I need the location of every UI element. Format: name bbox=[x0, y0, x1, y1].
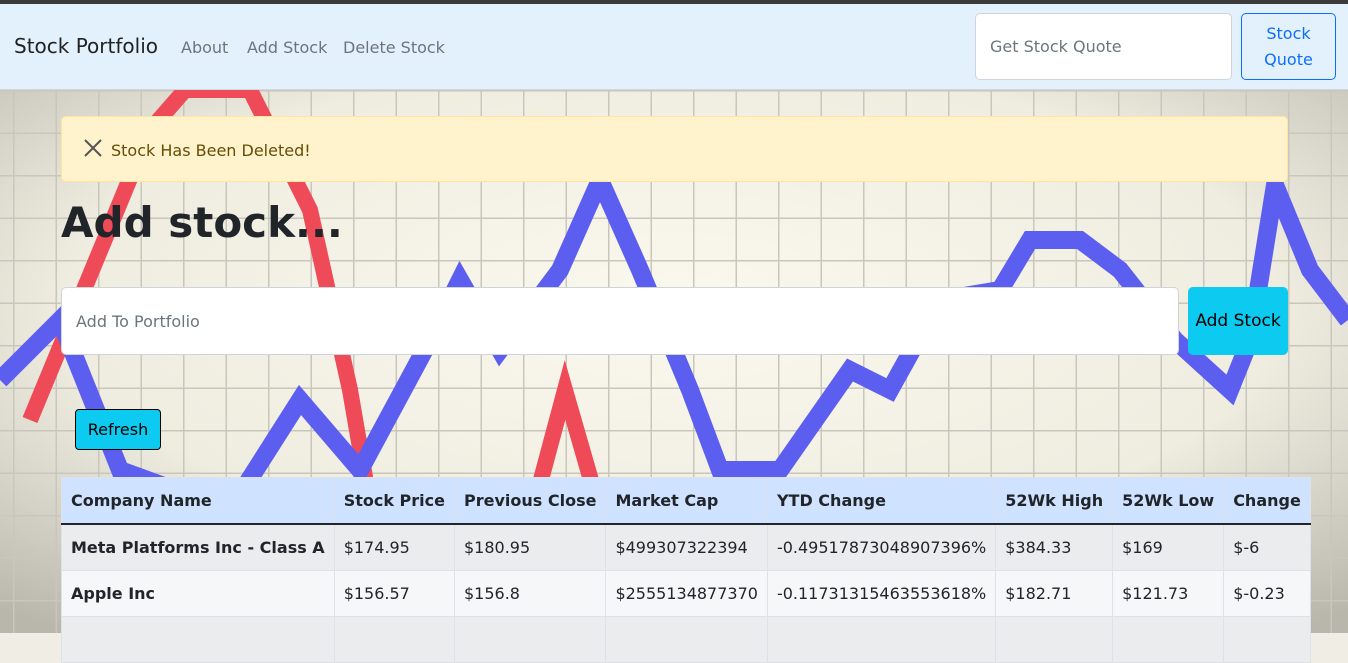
cell-empty bbox=[1112, 616, 1225, 663]
cell-empty bbox=[605, 616, 768, 663]
cell-previous-close: $180.95 bbox=[453, 523, 607, 571]
table-row bbox=[61, 616, 1311, 663]
column-header-change: Change bbox=[1223, 477, 1311, 525]
cell-52wk-low: $169 bbox=[1112, 523, 1225, 571]
cell-ytd-change: -0.11731315463553618% bbox=[766, 570, 997, 617]
cell-empty bbox=[333, 616, 455, 663]
cell-52wk-low: $121.73 bbox=[1112, 570, 1225, 617]
navbar-brand[interactable]: Stock Portfolio bbox=[14, 34, 158, 58]
nav-link-delete-stock[interactable]: Delete Stock bbox=[343, 38, 445, 57]
cell-empty bbox=[61, 616, 335, 663]
column-header-market-cap: Market Cap bbox=[605, 477, 768, 525]
cell-market-cap: $499307322394 bbox=[605, 523, 768, 571]
portfolio-table: Company Name Stock Price Previous Close … bbox=[61, 477, 1311, 663]
cell-52wk-high: $182.71 bbox=[995, 570, 1114, 617]
cell-stock-price: $174.95 bbox=[333, 523, 455, 571]
column-header-stock-price: Stock Price bbox=[333, 477, 455, 525]
column-header-ytd-change: YTD Change bbox=[766, 477, 997, 525]
cell-empty bbox=[766, 616, 997, 663]
table-row: Apple Inc $156.57 $156.8 $2555134877370 … bbox=[61, 570, 1311, 617]
cell-ytd-change: -0.49517873048907396% bbox=[766, 523, 997, 571]
deleted-alert: Stock Has Been Deleted! bbox=[61, 116, 1288, 182]
cell-empty bbox=[995, 616, 1114, 663]
page-title: Add stock... bbox=[61, 198, 343, 247]
nav-link-add-stock[interactable]: Add Stock bbox=[247, 38, 327, 57]
stock-quote-input[interactable] bbox=[975, 13, 1232, 80]
cell-company-name: Apple Inc bbox=[61, 570, 335, 617]
cell-stock-price: $156.57 bbox=[333, 570, 455, 617]
add-to-portfolio-input[interactable] bbox=[61, 287, 1179, 355]
refresh-button[interactable]: Refresh bbox=[75, 409, 161, 450]
column-header-52wk-high: 52Wk High bbox=[995, 477, 1114, 525]
cell-empty bbox=[453, 616, 607, 663]
navbar: Stock Portfolio About Add Stock Delete S… bbox=[0, 4, 1348, 90]
cell-52wk-high: $384.33 bbox=[995, 523, 1114, 571]
cell-company-name: Meta Platforms Inc - Class A bbox=[61, 523, 335, 571]
cell-market-cap: $2555134877370 bbox=[605, 570, 768, 617]
cell-empty bbox=[1223, 616, 1311, 663]
nav-link-about[interactable]: About bbox=[181, 38, 228, 57]
stock-quote-button[interactable]: Stock Quote bbox=[1241, 13, 1336, 80]
column-header-previous-close: Previous Close bbox=[453, 477, 607, 525]
column-header-52wk-low: 52Wk Low bbox=[1112, 477, 1225, 525]
close-icon[interactable] bbox=[82, 137, 104, 159]
cell-change: $-0.23 bbox=[1223, 570, 1311, 617]
table-row: Meta Platforms Inc - Class A $174.95 $18… bbox=[61, 523, 1311, 571]
alert-message: Stock Has Been Deleted! bbox=[111, 141, 311, 160]
table-header-row: Company Name Stock Price Previous Close … bbox=[61, 477, 1311, 525]
column-header-company: Company Name bbox=[61, 477, 335, 525]
cell-previous-close: $156.8 bbox=[453, 570, 607, 617]
cell-change: $-6 bbox=[1223, 523, 1311, 571]
add-stock-button[interactable]: Add Stock bbox=[1188, 287, 1288, 355]
